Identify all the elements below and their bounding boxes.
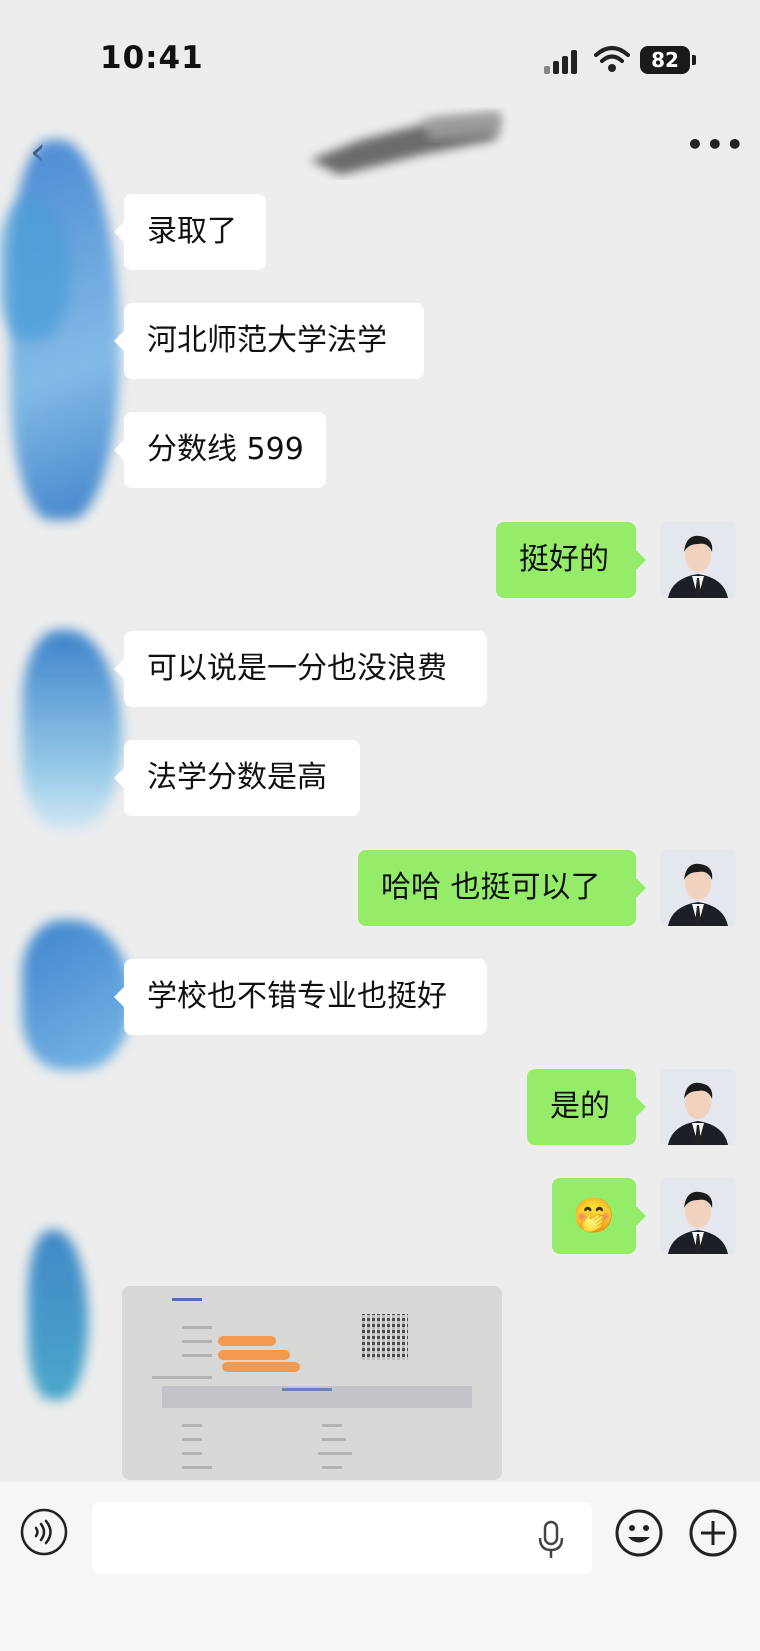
smirk-emoji-icon: 🤭 xyxy=(572,1196,616,1236)
outgoing-message[interactable]: 是的 xyxy=(527,1069,646,1145)
incoming-message[interactable]: 学校也不错专业也挺好 xyxy=(114,959,487,1035)
chat-message-list[interactable]: 录取了 河北师范大学法学 分数线 599 挺好的 可以说是一分也没浪费 法学分数… xyxy=(0,0,760,1480)
document-text-line xyxy=(182,1452,202,1455)
message-input[interactable] xyxy=(92,1502,592,1574)
outgoing-message[interactable]: 哈哈 也挺可以了 xyxy=(358,850,646,926)
document-text-line xyxy=(182,1438,202,1441)
my-avatar[interactable] xyxy=(660,850,736,926)
redaction-mark xyxy=(218,1350,290,1360)
incoming-message[interactable]: 录取了 xyxy=(114,194,266,270)
document-text-line xyxy=(182,1354,212,1357)
document-text-line xyxy=(182,1424,202,1427)
document-text-line xyxy=(282,1388,332,1391)
plus-icon[interactable] xyxy=(688,1508,738,1558)
incoming-message[interactable]: 分数线 599 xyxy=(114,412,326,488)
image-message-admission-photo[interactable] xyxy=(122,1286,502,1480)
voice-icon[interactable] xyxy=(20,1508,68,1556)
document-text-line xyxy=(152,1376,212,1379)
my-avatar[interactable] xyxy=(660,1069,736,1145)
document-text-line xyxy=(322,1438,346,1441)
microphone-icon[interactable] xyxy=(536,1520,566,1560)
document-text-line xyxy=(318,1452,352,1455)
redacted-avatar-smear xyxy=(28,1230,88,1400)
redaction-mark xyxy=(222,1362,300,1372)
document-text-line xyxy=(182,1326,212,1329)
document-text-line xyxy=(182,1340,212,1343)
my-avatar[interactable] xyxy=(660,522,736,598)
qr-code xyxy=(362,1314,408,1360)
document-text-line xyxy=(182,1466,212,1469)
incoming-message[interactable]: 可以说是一分也没浪费 xyxy=(114,631,487,707)
document-text-line xyxy=(172,1298,202,1301)
message-input-bar xyxy=(0,1482,760,1651)
outgoing-emoji-message[interactable]: 🤭 xyxy=(552,1178,646,1254)
incoming-message[interactable]: 法学分数是高 xyxy=(114,740,360,816)
my-avatar[interactable] xyxy=(660,1178,736,1254)
outgoing-message[interactable]: 挺好的 xyxy=(496,522,646,598)
incoming-message[interactable]: 河北师范大学法学 xyxy=(114,303,424,379)
redacted-avatar-smear xyxy=(22,630,122,830)
redaction-mark xyxy=(218,1336,276,1346)
document-text-line xyxy=(322,1424,342,1427)
emoji-icon[interactable] xyxy=(614,1508,664,1558)
document-text-line xyxy=(322,1466,342,1469)
